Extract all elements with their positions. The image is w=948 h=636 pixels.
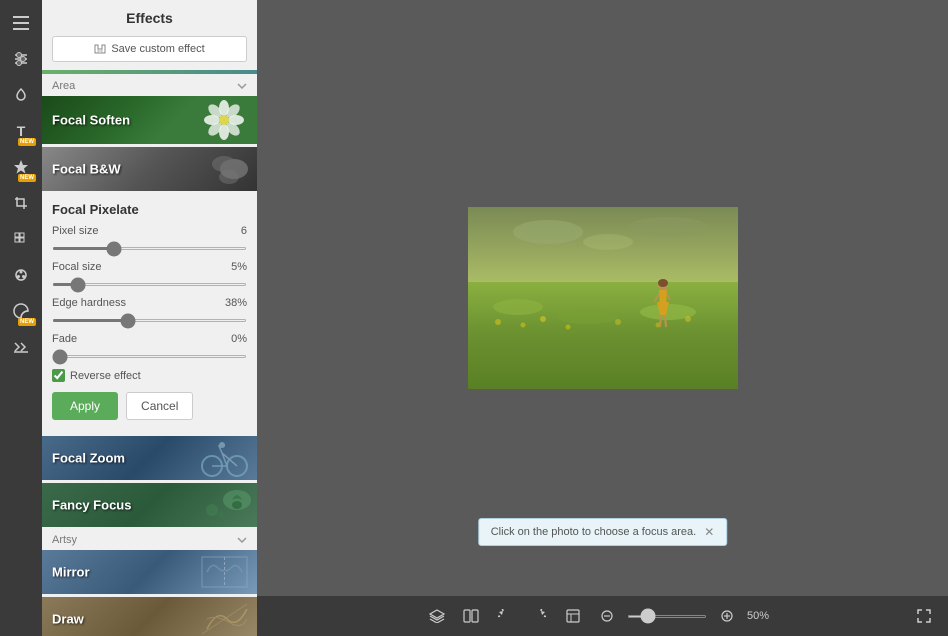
redo-icon[interactable] <box>525 602 553 630</box>
zoom-out-icon[interactable] <box>593 602 621 630</box>
effects-title: Effects <box>42 0 257 36</box>
main-area: Click on the photo to choose a focus are… <box>257 0 948 636</box>
save-custom-button[interactable]: Save custom effect <box>52 36 247 62</box>
canvas-area[interactable]: Click on the photo to choose a focus are… <box>257 0 948 596</box>
toolbar-crop-icon[interactable] <box>6 188 36 218</box>
history-icon[interactable] <box>559 602 587 630</box>
focus-tooltip: Click on the photo to choose a focus are… <box>478 518 728 546</box>
focal-zoom-label: Focal Zoom <box>52 451 125 466</box>
photo-image[interactable] <box>468 207 738 389</box>
section-area-label: Area <box>42 76 257 96</box>
apply-button[interactable]: Apply <box>52 392 118 420</box>
fade-slider-container <box>52 347 247 361</box>
draw-label: Draw <box>52 612 84 627</box>
pixel-size-slider[interactable] <box>52 247 247 250</box>
reverse-effect-checkbox[interactable] <box>52 369 65 382</box>
photo-container[interactable] <box>468 207 738 389</box>
focal-bw-item[interactable]: Focal B&W <box>42 147 257 191</box>
zoom-in-icon[interactable] <box>713 602 741 630</box>
zoom-slider[interactable] <box>627 615 707 618</box>
toolbar-texture-icon[interactable] <box>6 224 36 254</box>
toolbar-menu-icon[interactable] <box>6 8 36 38</box>
focal-soften-label: Focal Soften <box>52 113 130 128</box>
mirror-label: Mirror <box>52 565 90 580</box>
focal-pixelate-section: Focal Pixelate Pixel size 6 Focal size 5… <box>42 194 257 436</box>
draw-item[interactable]: Draw <box>42 597 257 636</box>
toolbar-retouch-icon[interactable] <box>6 80 36 110</box>
layers-icon[interactable] <box>423 602 451 630</box>
focal-size-slider[interactable] <box>52 283 247 286</box>
undo-icon[interactable] <box>491 602 519 630</box>
bottom-toolbar: 50% <box>257 596 948 636</box>
focal-size-slider-container <box>52 275 247 289</box>
toolbar-more-icon[interactable] <box>6 332 36 362</box>
effects-scroll-area[interactable]: Area Focal Soften <box>42 70 257 636</box>
edge-hardness-row: Edge hardness 38% <box>52 297 247 309</box>
edge-hardness-slider[interactable] <box>52 319 247 322</box>
left-toolbar: T NEW NEW NEW <box>0 0 42 636</box>
edge-hardness-slider-container <box>52 311 247 325</box>
section-artsy-label: Artsy <box>42 530 257 550</box>
focal-soften-item[interactable]: Focal Soften <box>42 96 257 144</box>
fancy-focus-label: Fancy Focus <box>52 498 131 513</box>
focal-bw-label: Focal B&W <box>52 162 121 177</box>
effects-panel: Effects Save custom effect Area <box>42 0 257 636</box>
gradient-bar <box>42 70 257 74</box>
tooltip-close-button[interactable]: ✕ <box>704 525 714 539</box>
compare-icon[interactable] <box>457 602 485 630</box>
fade-slider[interactable] <box>52 355 247 358</box>
toolbar-effects-icon[interactable]: NEW <box>6 152 36 182</box>
pixel-size-slider-container <box>52 239 247 253</box>
toolbar-stickers-icon[interactable]: NEW <box>6 296 36 326</box>
zoom-value: 50% <box>747 610 782 622</box>
fancy-focus-item[interactable]: Fancy Focus <box>42 483 257 527</box>
pixel-size-row: Pixel size 6 <box>52 225 247 237</box>
focal-pixelate-title: Focal Pixelate <box>52 202 247 217</box>
mirror-item[interactable]: Mirror <box>42 550 257 594</box>
focal-zoom-item[interactable]: Focal Zoom <box>42 436 257 480</box>
toolbar-text-icon[interactable]: T NEW <box>6 116 36 146</box>
fullscreen-button[interactable] <box>910 602 938 630</box>
apply-cancel-row: Apply Cancel <box>52 392 247 420</box>
reverse-effect-label: Reverse effect <box>70 370 141 382</box>
toolbar-adjust-icon[interactable] <box>6 44 36 74</box>
cancel-button[interactable]: Cancel <box>126 392 193 420</box>
reverse-effect-row: Reverse effect <box>52 369 247 382</box>
fade-row: Fade 0% <box>52 333 247 345</box>
focal-size-row: Focal size 5% <box>52 261 247 273</box>
toolbar-frames-icon[interactable] <box>6 260 36 290</box>
